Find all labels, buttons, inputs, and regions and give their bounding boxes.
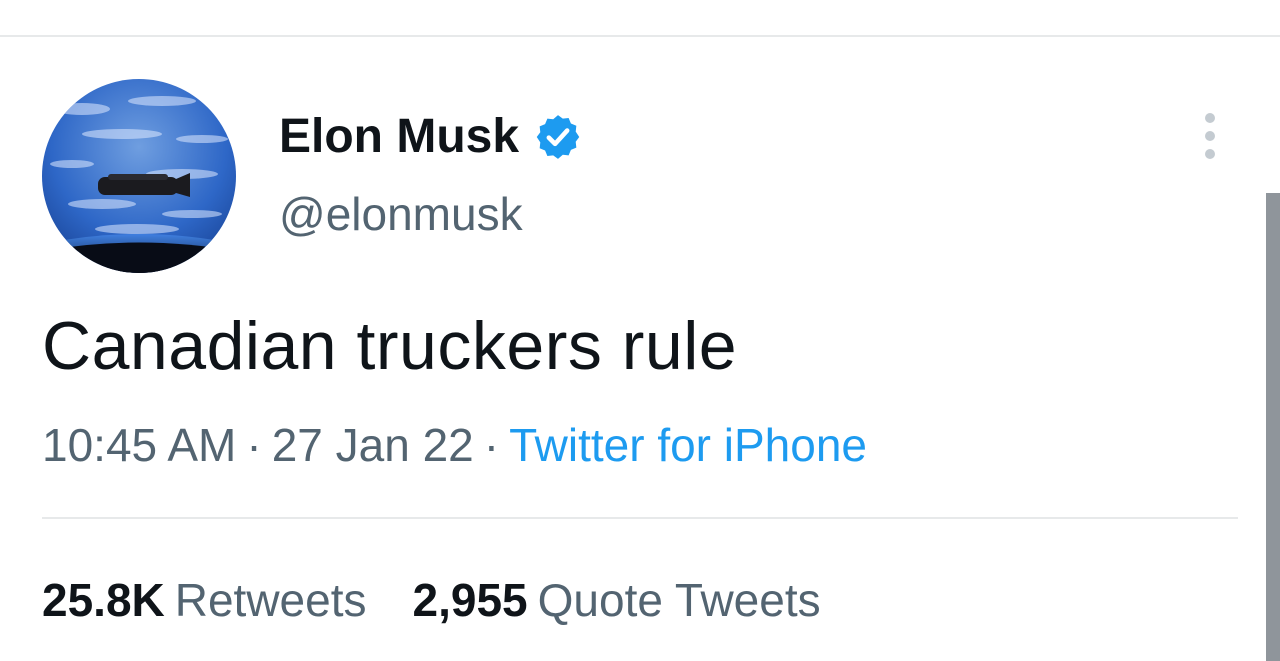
quote-tweets-label: Quote Tweets — [537, 574, 821, 626]
tweet-time[interactable]: 10:45 AM — [42, 419, 236, 471]
top-divider — [0, 35, 1280, 37]
retweets-label: Retweets — [174, 574, 367, 626]
separator-dot: · — [246, 419, 262, 471]
author-name[interactable]: Elon Musk — [279, 108, 519, 166]
separator-dot: · — [483, 419, 500, 471]
author-name-row[interactable]: Elon Musk — [279, 108, 583, 166]
tweet-source-link[interactable]: Twitter for iPhone — [509, 419, 867, 471]
stats-divider — [42, 517, 1238, 519]
quote-tweets-count: 2,955 — [412, 574, 528, 626]
avatar[interactable] — [42, 79, 236, 273]
verified-badge-icon — [536, 115, 580, 159]
tweet-stats: 25.8K Retweets 2,955 Quote Tweets — [42, 570, 821, 630]
retweets-count: 25.8K — [42, 574, 165, 626]
retweets-stat[interactable]: 25.8K Retweets — [42, 570, 367, 630]
more-options-icon[interactable] — [1195, 110, 1225, 162]
tweet-metadata: 10:45 AM · 27 Jan 22 · Twitter for iPhone — [42, 415, 867, 475]
tweet-text: Canadian truckers rule — [42, 308, 738, 384]
avatar-image — [42, 79, 236, 273]
tweet-date[interactable]: 27 Jan 22 — [272, 419, 474, 471]
tweet-page: Elon Musk @elonmusk Canadian truckers ru… — [0, 0, 1280, 661]
scrollbar[interactable] — [1266, 193, 1280, 661]
author-handle[interactable]: @elonmusk — [279, 186, 523, 242]
quote-tweets-stat[interactable]: 2,955 Quote Tweets — [413, 570, 821, 630]
